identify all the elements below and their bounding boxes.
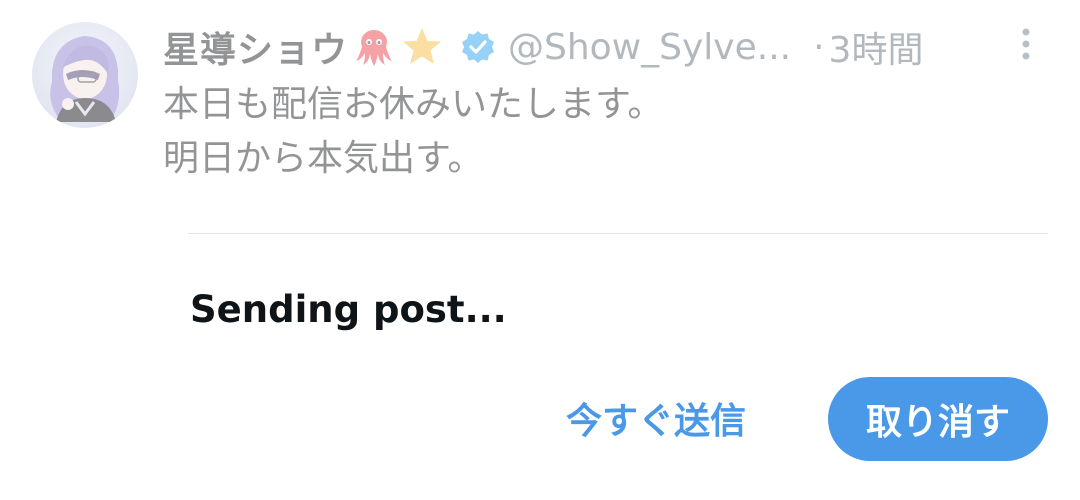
- post-text: 本日も配信お休みいたします。 明日から本気出す。: [163, 78, 1033, 186]
- more-options-icon[interactable]: [1018, 24, 1034, 68]
- separator-dot: ·: [813, 26, 825, 68]
- avatar-character-icon: [32, 22, 138, 128]
- undo-button[interactable]: 取り消す: [828, 377, 1048, 461]
- post-text-line: 明日から本気出す。: [163, 138, 484, 179]
- verified-badge-icon[interactable]: [460, 29, 496, 65]
- author-display-name[interactable]: 星導ショウ: [163, 21, 348, 73]
- post-text-line: 本日も配信お休みいたします。: [163, 84, 664, 125]
- sending-status-text: Sending post...: [190, 288, 507, 331]
- avatar[interactable]: [32, 22, 138, 128]
- divider: [188, 233, 1048, 234]
- octopus-emoji-icon: [352, 25, 396, 69]
- author-handle[interactable]: @Show_Sylve...: [508, 27, 791, 68]
- post-header: 星導ショウ @Show_Sylve... · 3時間: [163, 22, 1043, 72]
- send-now-button[interactable]: 今すぐ送信: [566, 392, 746, 444]
- star-emoji-icon: [400, 25, 444, 69]
- post-timestamp[interactable]: 3時間: [829, 21, 924, 73]
